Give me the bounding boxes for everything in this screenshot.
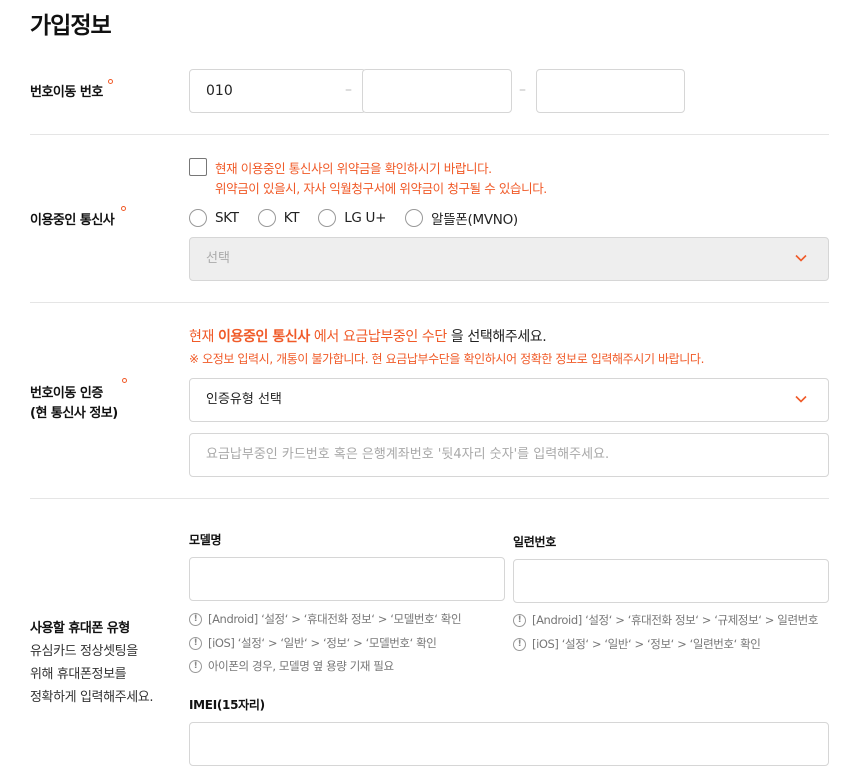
verification-headline: 현재 이용중인 통신사 에서 요금납부중인 수단 을 선택해주세요.	[189, 329, 547, 345]
phone-part3-input[interactable]	[536, 69, 685, 113]
page-title: 가입정보	[30, 13, 112, 39]
imei-input[interactable]	[189, 722, 829, 766]
info-icon: !	[189, 612, 202, 626]
serial-note-android: ! [Android] ‘설정‘ > ‘휴대전화 정보‘ > ‘규제정보‘ > …	[513, 612, 818, 628]
carrier-select-value: 선택	[206, 251, 230, 266]
divider	[30, 498, 829, 499]
serial-note-ios: ! [iOS] ‘설정‘ > ‘일반‘ > ‘정보‘ > ‘일련번호‘ 확인	[513, 636, 761, 652]
carrier-radio-group: SKT KT LG U+ 알뜰폰(MVNO)	[189, 208, 537, 228]
radio-lgu[interactable]	[318, 209, 337, 227]
info-icon: !	[189, 659, 202, 673]
model-note-iphone: ! 아이폰의 경우, 모델명 옆 용량 기재 필요	[189, 658, 394, 674]
separator: –	[519, 82, 526, 98]
carrier-select[interactable]: 선택	[189, 237, 829, 281]
chevron-down-icon	[795, 254, 807, 262]
info-icon: !	[513, 613, 526, 627]
verification-type-value: 인증유형 선택	[206, 392, 282, 407]
model-note-android: ! [Android] ‘설정‘ > ‘휴대전화 정보‘ > ‘모델번호‘ 확인	[189, 611, 462, 627]
radio-label-skt: SKT	[215, 210, 239, 226]
radio-label-kt: KT	[283, 210, 300, 226]
verification-label-2: (현 통신사 정보)	[30, 406, 118, 421]
serial-label: 일련번호	[513, 535, 556, 549]
chevron-down-icon	[795, 395, 807, 403]
required-dot	[122, 378, 127, 383]
phone-part2-input[interactable]	[362, 69, 512, 113]
divider	[30, 134, 829, 135]
verification-warning: ※ 오정보 입력시, 개통이 불가합니다. 현 요금납부수단을 확인하시어 정확…	[189, 352, 704, 366]
model-label: 모델명	[189, 533, 222, 547]
info-icon: !	[189, 636, 202, 650]
radio-skt[interactable]	[189, 209, 207, 227]
current-carrier-label: 이용중인 통신사	[30, 213, 115, 228]
device-type-label: 사용할 휴대폰 유형	[30, 621, 130, 636]
radio-label-lgu: LG U+	[344, 210, 387, 226]
port-number-label: 번호이동 번호	[30, 85, 103, 100]
verification-label-1: 번호이동 인증	[30, 386, 103, 401]
penalty-confirm-text-1: 현재 이용중인 통신사의 위약금을 확인하시기 바랍니다.	[215, 161, 492, 176]
info-icon: !	[513, 637, 526, 651]
payment-number-input[interactable]: 요금납부중인 카드번호 혹은 은행계좌번호 '뒷4자리 숫자'를 입력해주세요.	[189, 433, 829, 477]
penalty-confirm-text-2: 위약금이 있을시, 자사 익월청구서에 위약금이 청구될 수 있습니다.	[215, 181, 547, 196]
imei-label: IMEI(15자리)	[189, 698, 265, 712]
penalty-confirm-checkbox[interactable]	[189, 158, 207, 176]
required-dot	[108, 79, 113, 84]
phone-part1-input[interactable]: 010	[189, 69, 366, 113]
required-dot	[121, 206, 126, 211]
radio-label-mvno: 알뜰폰(MVNO)	[431, 212, 518, 228]
divider	[30, 302, 829, 303]
radio-mvno[interactable]	[405, 209, 424, 227]
verification-type-select[interactable]: 인증유형 선택	[189, 378, 829, 422]
radio-kt[interactable]	[257, 209, 276, 227]
serial-input[interactable]	[513, 559, 829, 603]
model-input[interactable]	[189, 557, 505, 601]
model-note-ios: ! [iOS] ‘설정‘ > ‘일반‘ > ‘정보‘ > ‘모델번호‘ 확인	[189, 635, 437, 651]
device-desc: 유심카드 정상셋팅을 위해 휴대폰정보를 정확하게 입력해주세요.	[30, 644, 154, 705]
separator: –	[345, 82, 352, 98]
